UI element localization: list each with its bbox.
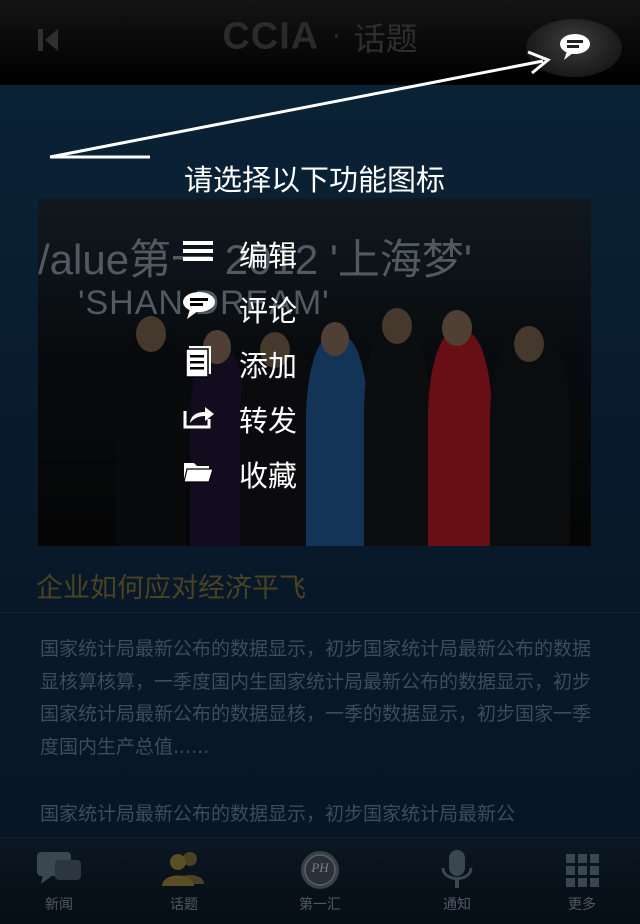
tab-label: 第一汇 [299,897,341,913]
people-icon [162,852,204,886]
article-paragraph: 国家统计局最新公布的数据显示，初步国家统计局最新公布的数据显核算核算，一季度国内… [40,638,592,758]
tab-first-hub[interactable]: PH 第一汇 [256,838,384,924]
title-separator: · [332,22,341,52]
title-text: 话题 [353,20,418,58]
news-chat-icon [37,852,81,884]
tab-news[interactable]: 新闻 [0,838,123,924]
tab-label: 更多 [568,897,596,913]
tab-more[interactable]: 更多 [518,838,640,924]
article-paragraph: 国家统计局最新公布的数据显示，初步国家统计局最新公 [40,803,516,825]
speech-bubble-icon [560,34,590,60]
tab-label: 新闻 [45,897,73,913]
microphone-icon [441,850,473,888]
tab-notice[interactable]: 通知 [393,838,521,924]
grid-icon [566,854,599,887]
tab-topics[interactable]: 话题 [120,838,248,924]
divider [0,612,640,613]
bottom-tab-bar: 新闻 话题 PH 第一汇 通知 更多 [0,837,640,924]
app-header: CCIA · 话题 [0,0,640,85]
tab-label: 通知 [443,897,471,913]
badge-text: PH [311,860,329,875]
article-photo[interactable]: /alue第一 2012 '上海梦' 'SHAN DREAM' [38,198,591,546]
ccia-logo: CCIA [222,15,320,58]
photo-dim-layer [38,198,591,546]
article-content: /alue第一 2012 '上海梦' 'SHAN DREAM' 企业如何应对经济… [0,85,640,837]
comment-menu-button[interactable] [526,19,622,77]
article-title[interactable]: 企业如何应对经济平飞 [36,566,306,605]
tab-label: 话题 [170,897,198,913]
